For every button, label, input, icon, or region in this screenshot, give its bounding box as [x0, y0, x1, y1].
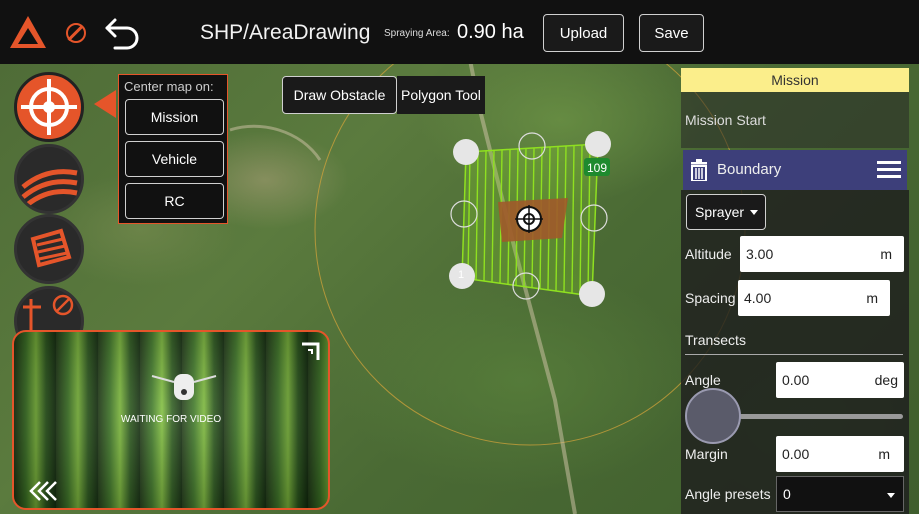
altitude-input[interactable]: 3.00 m — [740, 236, 904, 272]
boundary-label: Boundary — [717, 161, 782, 178]
chevron-down-icon — [887, 493, 895, 498]
divider — [685, 354, 903, 355]
survey-button[interactable] — [14, 214, 84, 284]
center-on-vehicle-button[interactable]: Vehicle — [125, 141, 224, 177]
upload-button[interactable]: Upload — [543, 14, 624, 52]
save-button[interactable]: Save — [639, 14, 704, 52]
stop-icon[interactable] — [66, 23, 86, 43]
back-arrow-icon[interactable] — [103, 14, 143, 50]
angle-unit: deg — [874, 372, 898, 388]
boundary-header[interactable]: Boundary — [683, 150, 907, 190]
start-waypoint-label: 1 — [458, 269, 465, 281]
spacing-value: 4.00 — [744, 290, 772, 306]
transect-count-label: 109 — [587, 161, 608, 175]
sprayer-value: Sprayer — [695, 204, 745, 220]
spraying-area-label: Spraying Area: — [384, 28, 450, 39]
angle-slider-track[interactable] — [739, 414, 903, 419]
mission-panel: Mission Mission Start Boundary Sprayer A… — [681, 68, 909, 514]
margin-value: 0.00 — [782, 446, 810, 462]
angle-value: 0.00 — [782, 372, 810, 388]
app-logo-icon[interactable] — [8, 14, 48, 52]
altitude-value: 3.00 — [746, 246, 774, 262]
sprayer-select[interactable]: Sprayer — [686, 194, 766, 230]
top-bar: SHP/AreaDrawing Spraying Area: 0.90 ha U… — [0, 0, 919, 64]
draw-obstacle-button[interactable]: Draw Obstacle — [282, 76, 397, 114]
mission-header[interactable]: Mission — [681, 68, 909, 92]
collapse-chevrons-icon[interactable] — [28, 480, 62, 502]
transects-label: Transects — [685, 332, 746, 348]
expand-icon[interactable] — [298, 340, 322, 364]
spraying-area-value: 0.90 ha — [457, 21, 524, 43]
boundary-settings: Sprayer Altitude 3.00 m Spacing 4.00 m T… — [681, 190, 909, 514]
mission-start-label: Mission Start — [685, 112, 766, 128]
center-map-menu: Center map on: Mission Vehicle RC — [118, 74, 228, 224]
angle-presets-value: 0 — [783, 486, 791, 502]
angle-input[interactable]: 0.00 deg — [776, 362, 904, 398]
video-panel[interactable]: WAITING FOR VIDEO — [12, 330, 330, 510]
survey-polygon[interactable] — [440, 130, 620, 310]
hamburger-icon[interactable] — [877, 161, 901, 179]
angle-presets-label: Angle presets — [685, 486, 771, 502]
altitude-label: Altitude — [685, 246, 732, 262]
polygon-tool-label: Polygon Tool — [397, 76, 485, 114]
drone-icon — [151, 374, 217, 400]
center-map-header: Center map on: — [124, 79, 214, 94]
spacing-input[interactable]: 4.00 m — [738, 280, 890, 316]
trash-icon[interactable] — [689, 159, 709, 181]
angle-presets-select[interactable]: 0 — [776, 476, 904, 512]
angle-slider-handle[interactable] — [685, 388, 741, 444]
center-map-button[interactable] — [14, 72, 84, 142]
margin-unit: m — [878, 446, 890, 462]
center-on-rc-button[interactable]: RC — [125, 183, 224, 219]
page-title: SHP/AreaDrawing — [200, 21, 371, 44]
menu-pointer — [94, 90, 116, 118]
spacing-unit: m — [866, 290, 878, 306]
margin-label: Margin — [685, 446, 728, 462]
spray-pattern-icon — [21, 169, 78, 207]
center-on-mission-button[interactable]: Mission — [125, 99, 224, 135]
chevron-down-icon — [750, 209, 759, 215]
angle-label: Angle — [685, 372, 721, 388]
spacing-label: Spacing — [685, 290, 736, 306]
video-status: WAITING FOR VIDEO — [120, 414, 222, 425]
altitude-unit: m — [880, 246, 892, 262]
margin-input[interactable]: 0.00 m — [776, 436, 904, 472]
spray-pattern-button[interactable] — [14, 144, 84, 214]
survey-icon — [30, 228, 72, 268]
mission-start-item[interactable]: Mission Start — [681, 92, 909, 148]
